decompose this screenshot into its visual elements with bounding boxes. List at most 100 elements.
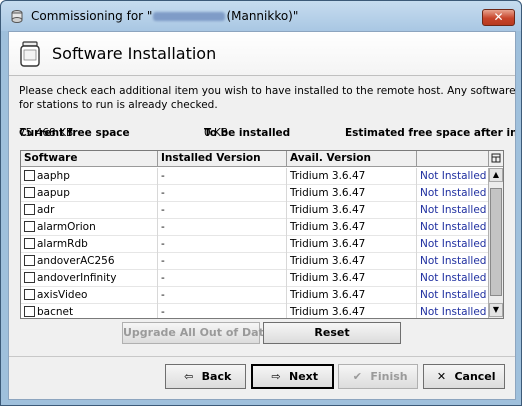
column-chooser-icon[interactable] bbox=[488, 151, 503, 167]
back-button[interactable]: ⇦ Back bbox=[165, 364, 246, 389]
status-cell: Not Installed bbox=[420, 204, 487, 216]
scroll-up-icon[interactable]: ▲ bbox=[489, 168, 503, 182]
available-version-cell: Tridium 3.6.47 bbox=[287, 287, 417, 304]
installed-version-cell: - bbox=[158, 168, 287, 185]
window-title: Commissioning for " (Mannikko)" bbox=[31, 9, 298, 23]
installed-version-cell: - bbox=[158, 202, 287, 219]
close-icon: ✕ bbox=[493, 10, 504, 24]
available-version-cell: Tridium 3.6.47 bbox=[287, 304, 417, 318]
install-checkbox[interactable] bbox=[24, 272, 35, 283]
software-name: alarmOrion bbox=[37, 221, 96, 233]
status-cell: Not Installed bbox=[420, 238, 487, 250]
next-button[interactable]: ⇨ Next bbox=[251, 364, 334, 389]
install-checkbox[interactable] bbox=[24, 255, 35, 266]
table-row[interactable]: aapup - Tridium 3.6.47 Not Installed bbox=[21, 185, 488, 202]
column-status[interactable] bbox=[417, 151, 488, 167]
status-cell: Not Installed bbox=[420, 272, 487, 284]
software-name: alarmRdb bbox=[37, 238, 88, 250]
app-icon bbox=[11, 10, 23, 23]
install-checkbox[interactable] bbox=[24, 289, 35, 300]
table-row[interactable]: alarmOrion - Tridium 3.6.47 Not Installed bbox=[21, 219, 488, 236]
scroll-thumb[interactable] bbox=[490, 188, 502, 296]
installed-version-cell: - bbox=[158, 287, 287, 304]
install-checkbox[interactable] bbox=[24, 238, 35, 249]
table-row[interactable]: alarmRdb - Tridium 3.6.47 Not Installed bbox=[21, 236, 488, 253]
software-name-cell: andoverInfinity bbox=[21, 270, 158, 287]
vertical-scrollbar[interactable]: ▲ ▼ bbox=[488, 168, 503, 318]
cancel-x-icon: ✕ bbox=[436, 370, 447, 383]
status-cell: Not Installed bbox=[420, 187, 487, 199]
table-row[interactable]: axisVideo - Tridium 3.6.47 Not Installed bbox=[21, 287, 488, 304]
installed-version-cell: - bbox=[158, 185, 287, 202]
install-checkbox[interactable] bbox=[24, 221, 35, 232]
finish-button[interactable]: ✔ Finish bbox=[338, 364, 418, 389]
software-table: Software Installed Version Avail. Versio… bbox=[20, 150, 504, 319]
table-row[interactable]: adr - Tridium 3.6.47 Not Installed bbox=[21, 202, 488, 219]
software-jar-icon bbox=[20, 41, 40, 67]
status-cell: Not Installed bbox=[420, 221, 487, 233]
status-cell: Not Installed bbox=[420, 170, 487, 182]
software-name: andoverAC256 bbox=[37, 255, 115, 267]
available-version-cell: Tridium 3.6.47 bbox=[287, 202, 417, 219]
software-name: aaphp bbox=[37, 170, 70, 182]
instructions-line-2: for stations to run is already checked. bbox=[19, 99, 218, 111]
available-version-cell: Tridium 3.6.47 bbox=[287, 185, 417, 202]
scroll-down-icon[interactable]: ▼ bbox=[489, 303, 503, 317]
available-version-cell: Tridium 3.6.47 bbox=[287, 219, 417, 236]
title-suffix: (Mannikko)" bbox=[226, 9, 299, 23]
status-cell: Not Installed bbox=[420, 289, 487, 301]
estimated-space-label: Estimated free space after in bbox=[345, 127, 515, 139]
cancel-label: Cancel bbox=[454, 370, 496, 383]
installed-version-cell: - bbox=[158, 304, 287, 318]
available-version-cell: Tridium 3.6.47 bbox=[287, 168, 417, 185]
next-label: Next bbox=[288, 370, 319, 383]
column-available-version[interactable]: Avail. Version bbox=[287, 151, 417, 167]
table-rows: aaphp - Tridium 3.6.47 Not Installed aapup - T… bbox=[21, 168, 488, 318]
current-space-value: 75 468 KB bbox=[19, 127, 74, 139]
column-installed-version[interactable]: Installed Version bbox=[158, 151, 287, 167]
software-name-cell: alarmOrion bbox=[21, 219, 158, 236]
table-row[interactable]: andoverInfinity - Tridium 3.6.47 Not Instal… bbox=[21, 270, 488, 287]
status-cell: Not Installed bbox=[420, 306, 487, 318]
page-title: Software Installation bbox=[52, 44, 217, 63]
install-checkbox[interactable] bbox=[24, 187, 35, 198]
arrow-right-icon: ⇨ bbox=[271, 370, 281, 383]
title-prefix: Commissioning for " bbox=[31, 9, 153, 23]
table-row[interactable]: aaphp - Tridium 3.6.47 Not Installed bbox=[21, 168, 488, 185]
upgrade-all-button[interactable]: Upgrade All Out of Date bbox=[122, 322, 271, 344]
instructions-line-1: Please check each additional item you wi… bbox=[19, 85, 515, 97]
instructions: Please check each additional item you wi… bbox=[19, 84, 515, 112]
dialog-header: Software Installation bbox=[9, 32, 515, 76]
close-button[interactable]: ✕ bbox=[482, 9, 515, 26]
table-row[interactable]: andoverAC256 - Tridium 3.6.47 Not Installed bbox=[21, 253, 488, 270]
back-label: Back bbox=[201, 370, 232, 383]
status-cell: Not Installed bbox=[420, 255, 487, 267]
finish-label: Finish bbox=[370, 370, 408, 383]
available-version-cell: Tridium 3.6.47 bbox=[287, 253, 417, 270]
software-name-cell: axisVideo bbox=[21, 287, 158, 304]
column-chooser-glyph bbox=[491, 153, 501, 163]
software-name: bacnet bbox=[37, 306, 74, 318]
software-name-cell: aaphp bbox=[21, 168, 158, 185]
checkmark-icon: ✔ bbox=[352, 370, 362, 383]
table-header: Software Installed Version Avail. Versio… bbox=[21, 151, 488, 167]
install-checkbox[interactable] bbox=[24, 306, 35, 317]
software-name-cell: bacnet bbox=[21, 304, 158, 318]
reset-button[interactable]: Reset bbox=[263, 322, 401, 344]
software-name-cell: alarmRdb bbox=[21, 236, 158, 253]
install-checkbox[interactable] bbox=[24, 170, 35, 181]
arrow-left-icon: ⇦ bbox=[184, 370, 194, 383]
available-version-cell: Tridium 3.6.47 bbox=[287, 236, 417, 253]
footer-divider bbox=[9, 356, 515, 357]
commissioning-window: Commissioning for " (Mannikko)" ✕ Softwar… bbox=[0, 0, 522, 406]
column-software[interactable]: Software bbox=[21, 151, 158, 167]
cancel-button[interactable]: ✕ Cancel bbox=[423, 364, 505, 389]
software-name: andoverInfinity bbox=[37, 272, 117, 284]
installed-version-cell: - bbox=[158, 253, 287, 270]
install-checkbox[interactable] bbox=[24, 204, 35, 215]
installed-version-cell: - bbox=[158, 219, 287, 236]
software-name-cell: andoverAC256 bbox=[21, 253, 158, 270]
title-bar[interactable]: Commissioning for " (Mannikko)" ✕ bbox=[1, 1, 521, 31]
software-name: aapup bbox=[37, 187, 70, 199]
table-row[interactable]: bacnet - Tridium 3.6.47 Not Installed bbox=[21, 304, 488, 318]
